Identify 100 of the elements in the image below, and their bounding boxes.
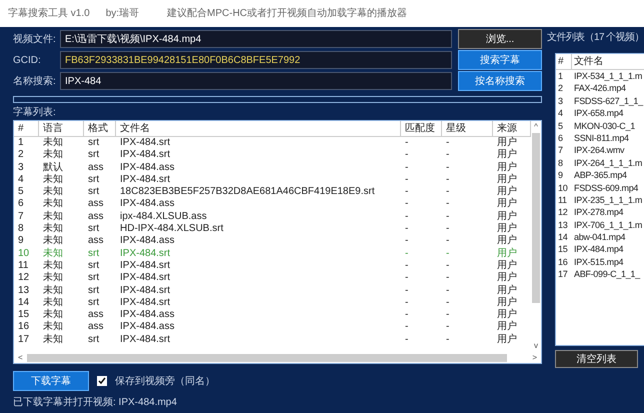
text-field[interactable]: FB63F2933831BE99428151E80F0B6C8BFE5E7992 bbox=[60, 51, 452, 69]
table-cell-text: 未知 bbox=[42, 235, 64, 248]
table-row[interactable]: 2 未知 srt IPX-484.srt - - 用户 bbox=[14, 149, 531, 162]
table-cell-text: - bbox=[404, 162, 410, 174]
checkbox-label[interactable]: 保存到视频旁（同名） bbox=[115, 374, 215, 388]
table-cell-text: srt bbox=[87, 334, 100, 346]
table-cell-text: - bbox=[404, 198, 410, 211]
table-cell-text: srt bbox=[87, 174, 100, 186]
table-cell-text: srt bbox=[87, 260, 100, 272]
file-row[interactable]: 4 IPX-658.mp4 bbox=[556, 107, 644, 120]
file-row[interactable]: 3 FSDSS-627_1_1_ bbox=[556, 94, 644, 108]
file-row[interactable]: 1 IPX-534_1_1_1.m bbox=[556, 70, 644, 82]
table-cell-text: - bbox=[404, 223, 410, 236]
text-field[interactable]: IPX-484 bbox=[60, 72, 452, 90]
scroll-left-arrow[interactable]: < bbox=[18, 352, 23, 364]
table-row[interactable]: 4 未知 srt IPX-484.srt - - 用户 bbox=[14, 174, 531, 186]
action-button[interactable]: 按名称搜索 bbox=[458, 71, 542, 91]
table-cell-text: 17 bbox=[17, 334, 30, 346]
column-header[interactable]: 文件名 bbox=[116, 121, 401, 136]
table-row[interactable]: 1 未知 srt IPX-484.srt - - 用户 bbox=[14, 137, 531, 150]
table-cell-text: IPX-706_1_1_1.m bbox=[573, 218, 644, 232]
file-row[interactable]: 14 abw-041.mp4 bbox=[556, 231, 644, 244]
table-cell-text: 未知 bbox=[42, 260, 64, 272]
table-cell-text: 8 bbox=[557, 156, 564, 170]
table-cell-text: 1 bbox=[17, 137, 25, 150]
table-cell-text: 8 bbox=[17, 223, 25, 236]
table-cell-text: 15 bbox=[17, 309, 30, 322]
table-cell-text: IPX-484.srt bbox=[119, 137, 172, 150]
table-row[interactable]: 14 未知 srt IPX-484.srt - - 用户 bbox=[14, 296, 531, 310]
action-button[interactable]: 搜索字幕 bbox=[458, 50, 542, 70]
table-cell-text: FSDSS-609.mp4 bbox=[573, 182, 640, 194]
file-row[interactable]: 2 FAX-426.mp4 bbox=[556, 82, 644, 95]
table-cell-text: 13 bbox=[17, 284, 30, 297]
table-row[interactable]: 10 未知 srt IPX-484.srt - - 用户 bbox=[14, 248, 531, 260]
table-cell-text: ABF-099-C_1_1_ bbox=[573, 268, 642, 281]
table-cell-text: - bbox=[445, 248, 450, 260]
table-row[interactable]: 5 未知 srt 18C823EB3BE5F257B32D8AE681A46CBF419E18E9.srt - - 用户 bbox=[14, 186, 531, 198]
table-row[interactable]: 13 未知 srt IPX-484.srt - - 用户 bbox=[14, 284, 531, 297]
file-row[interactable]: 17 ABF-099-C_1_1_ bbox=[556, 268, 644, 281]
column-header[interactable]: 语言 bbox=[39, 121, 84, 136]
table-cell-text: - bbox=[445, 321, 450, 334]
table-row[interactable]: 3 默认 ass IPX-484.ass - - 用户 bbox=[14, 162, 531, 174]
download-button[interactable]: 下载字幕 bbox=[13, 371, 89, 391]
file-row[interactable]: 9 ABP-365.mp4 bbox=[556, 169, 644, 182]
table-cell-text: ass bbox=[87, 309, 105, 322]
table-cell-text: - bbox=[404, 174, 410, 186]
file-list-title: 文件列表（17 个视频） bbox=[547, 31, 644, 45]
column-header[interactable]: 文件名 bbox=[572, 54, 606, 69]
text-field[interactable]: E:\迅雷下载\视频\IPX-484.mp4 bbox=[60, 30, 452, 48]
table-row[interactable]: 11 未知 srt IPX-484.srt - - 用户 bbox=[14, 260, 531, 272]
file-row[interactable]: 7 IPX-264.wmv bbox=[556, 144, 644, 157]
table-row[interactable]: 8 未知 srt HD-IPX-484.XLSUB.srt - - 用户 bbox=[14, 223, 531, 236]
action-button[interactable]: 浏览... bbox=[458, 29, 542, 49]
table-cell-text: - bbox=[404, 210, 410, 224]
table-cell-text: FSDSS-627_1_1_ bbox=[573, 94, 644, 108]
column-header[interactable]: 匹配度 bbox=[401, 121, 442, 136]
checkbox[interactable] bbox=[97, 376, 107, 386]
scroll-down-arrow[interactable]: v bbox=[534, 340, 538, 352]
column-header[interactable]: # bbox=[14, 121, 39, 136]
table-cell-text: 用户 bbox=[496, 248, 518, 260]
table-cell-text: IPX-484.srt bbox=[119, 296, 172, 310]
table-cell-text: 9 bbox=[557, 169, 564, 182]
table-cell-text: SSNI-811.mp4 bbox=[573, 132, 630, 144]
table-row[interactable]: 9 未知 ass IPX-484.ass - - 用户 bbox=[14, 235, 531, 248]
table-row[interactable]: 16 未知 ass IPX-484.ass - - 用户 bbox=[14, 321, 531, 334]
scroll-right-arrow[interactable]: > bbox=[532, 352, 537, 364]
column-header[interactable]: 来源 bbox=[493, 121, 531, 136]
file-row[interactable]: 5 MKON-030-C_1 bbox=[556, 120, 644, 132]
file-row[interactable]: 12 IPX-278.mp4 bbox=[556, 206, 644, 219]
file-row[interactable]: 6 SSNI-811.mp4 bbox=[556, 132, 644, 144]
file-row[interactable]: 15 IPX-484.mp4 bbox=[556, 243, 644, 256]
file-row[interactable]: 13 IPX-706_1_1_1.m bbox=[556, 218, 644, 232]
field-label: 名称搜索: bbox=[13, 74, 57, 88]
table-cell-text: - bbox=[404, 334, 410, 346]
table-cell-text: IPX-484.srt bbox=[119, 149, 172, 162]
table-cell-text: - bbox=[404, 309, 410, 322]
table-cell-text: ass bbox=[87, 162, 105, 174]
file-row[interactable]: 16 IPX-515.mp4 bbox=[556, 256, 644, 268]
table-cell-text: - bbox=[445, 186, 450, 198]
table-row[interactable]: 7 未知 ass ipx-484.XLSUB.ass - - 用户 bbox=[14, 210, 531, 224]
table-cell-text: IPX-484.ass bbox=[119, 321, 176, 334]
table-cell-text: 用户 bbox=[496, 272, 518, 284]
column-header[interactable]: 格式 bbox=[84, 121, 116, 136]
table-row[interactable]: 6 未知 ass IPX-484.ass - - 用户 bbox=[14, 198, 531, 211]
column-header[interactable]: 星级 bbox=[442, 121, 493, 136]
table-row[interactable]: 15 未知 ass IPX-484.ass - - 用户 bbox=[14, 309, 531, 322]
table-cell-text: IPX-515.mp4 bbox=[573, 256, 624, 268]
file-row[interactable]: 10 FSDSS-609.mp4 bbox=[556, 182, 644, 194]
file-row[interactable]: 8 IPX-264_1_1_1.m bbox=[556, 156, 644, 170]
scroll-up-arrow[interactable]: ^ bbox=[534, 121, 538, 133]
table-cell-text: 11 bbox=[17, 260, 30, 272]
table-row[interactable]: 12 未知 srt IPX-484.srt - - 用户 bbox=[14, 272, 531, 285]
clear-list-button[interactable]: 清空列表 bbox=[555, 350, 638, 368]
table-cell-text: - bbox=[404, 260, 410, 272]
column-header[interactable]: # bbox=[556, 54, 572, 69]
table-cell-text: 16 bbox=[557, 256, 568, 268]
table-cell-text: 未知 bbox=[42, 198, 64, 210]
file-row[interactable]: 11 IPX-235_1_1_1.m bbox=[556, 194, 644, 206]
table-cell-text: - bbox=[404, 149, 410, 162]
table-row[interactable]: 17 未知 srt IPX-484.srt - - 用户 bbox=[14, 334, 531, 346]
